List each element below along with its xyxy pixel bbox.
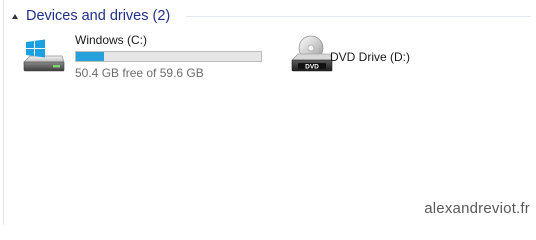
drive-name: Windows (C:): [75, 33, 148, 47]
drive-name: DVD Drive (D:): [330, 50, 410, 64]
hard-drive-windows-icon: [23, 39, 65, 72]
drive-tile-windows-c[interactable]: Windows (C:) 50.4 GB free of 59.6 GB: [20, 33, 270, 80]
watermark-text: alexandreviot.fr: [424, 200, 530, 217]
capacity-bar: [75, 51, 262, 62]
collapse-arrow-icon[interactable]: [12, 14, 18, 19]
group-title: Devices and drives (2): [26, 8, 171, 24]
drive-free-space: 50.4 GB free of 59.6 GB: [75, 66, 204, 80]
explorer-content-pane: Devices and drives (2) Windows (C:) 50.4…: [0, 0, 536, 225]
svg-text:DVD: DVD: [305, 63, 319, 70]
capacity-bar-fill: [76, 52, 105, 61]
drive-tile-dvd-d[interactable]: DVD DVD Drive (D:): [290, 33, 430, 79]
group-separator-line: [186, 16, 531, 17]
pane-divider: [3, 0, 4, 225]
devices-drives-group-header[interactable]: Devices and drives (2): [12, 6, 170, 26]
